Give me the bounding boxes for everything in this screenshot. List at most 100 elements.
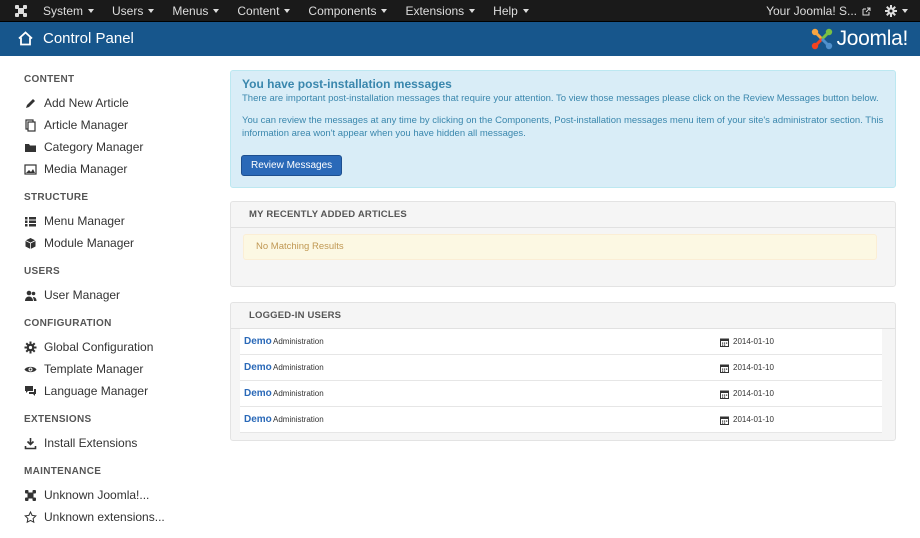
sidebar-item-label: Language Manager — [44, 384, 149, 398]
caret-down-icon — [284, 8, 291, 13]
sidebar-item-label: Unknown extensions... — [44, 510, 165, 524]
sidebar-item-menu-manager[interactable]: Menu Manager — [24, 212, 125, 230]
user-client: Administration — [273, 337, 324, 346]
external-link-icon — [862, 7, 871, 15]
alert-text-secondary: You can review the messages at any time … — [242, 115, 884, 139]
top-navbar: System Users Menus Content Components Ex… — [0, 0, 920, 22]
cog-icon — [24, 341, 37, 353]
user-client: Administration — [273, 389, 324, 398]
caret-down-icon — [88, 8, 95, 13]
calendar-icon — [720, 364, 729, 373]
user-name-link[interactable]: Demo — [244, 355, 272, 381]
joomla-logo-icon — [811, 28, 832, 50]
joomla-brand: Joomla! — [810, 26, 908, 52]
navbar-right: Your Joomla! S... — [766, 0, 908, 22]
view-site-link[interactable]: Your Joomla! S... — [766, 4, 871, 18]
table-row: Demo Administration 2014-01-10 — [240, 407, 882, 433]
user-client: Administration — [273, 415, 324, 424]
list-icon — [25, 216, 36, 226]
menu-users[interactable]: Users — [103, 0, 163, 22]
sidebar-item-category-manager[interactable]: Category Manager — [24, 138, 143, 156]
sidebar-item-label: Category Manager — [44, 140, 144, 154]
panel-heading: LOGGED-IN USERS — [231, 303, 895, 329]
cube-icon — [25, 237, 36, 249]
logged-in-users-panel: LOGGED-IN USERS Demo Administration 2014… — [230, 302, 896, 441]
joomla-icon — [25, 489, 36, 501]
sidebar-item-label: Global Configuration — [44, 340, 154, 354]
sidebar-item-user-manager[interactable]: User Manager — [24, 286, 120, 304]
sidebar-heading-maintenance: MAINTENANCE — [24, 466, 102, 477]
menu-label: Content — [237, 4, 280, 18]
main-menu: System Users Menus Content Components Ex… — [34, 0, 538, 22]
menu-menus[interactable]: Menus — [163, 0, 228, 22]
sidebar-heading-extensions: EXTENSIONS — [24, 414, 92, 425]
sidebar: CONTENT Add New Article Article Manager … — [0, 56, 210, 538]
sidebar-item-install-extensions[interactable]: Install Extensions — [24, 434, 137, 452]
alert-title: You have post-installation messages — [242, 77, 452, 91]
panel-heading: MY RECENTLY ADDED ARTICLES — [231, 202, 895, 228]
page-header: Control Panel Joomla! — [0, 22, 920, 56]
caret-down-icon — [902, 9, 908, 13]
menu-components[interactable]: Components — [299, 0, 396, 22]
date-value: 2014-01-10 — [733, 389, 774, 398]
user-date: 2014-01-10 — [720, 329, 774, 355]
user-date: 2014-01-10 — [720, 407, 774, 433]
menu-help[interactable]: Help — [484, 0, 538, 22]
menu-label: System — [43, 4, 84, 18]
user-name-link[interactable]: Demo — [244, 407, 272, 433]
menu-content[interactable]: Content — [228, 0, 299, 22]
settings-menu[interactable] — [885, 5, 908, 17]
download-icon — [24, 437, 37, 449]
menu-system[interactable]: System — [34, 0, 103, 22]
sidebar-item-media-manager[interactable]: Media Manager — [24, 160, 127, 178]
sidebar-item-label: User Manager — [44, 288, 121, 302]
postinstall-alert: You have post-installation messages Ther… — [230, 70, 896, 188]
sidebar-item-add-new-article[interactable]: Add New Article — [24, 94, 129, 112]
menu-label: Users — [112, 4, 144, 18]
user-client: Administration — [273, 363, 324, 372]
caret-down-icon — [469, 8, 476, 13]
pencil-icon — [26, 98, 35, 108]
sidebar-item-template-manager[interactable]: Template Manager — [24, 360, 143, 378]
sidebar-item-label: Unknown Joomla!... — [44, 488, 150, 502]
gear-icon — [885, 5, 897, 17]
table-row: Demo Administration 2014-01-10 — [240, 381, 882, 407]
joomla-logo-icon[interactable] — [14, 4, 28, 18]
sidebar-item-article-manager[interactable]: Article Manager — [24, 116, 128, 134]
menu-label: Help — [493, 4, 518, 18]
sidebar-heading-configuration: CONFIGURATION — [24, 318, 112, 329]
star-icon — [24, 510, 37, 523]
caret-down-icon — [148, 8, 155, 13]
users-icon — [25, 290, 37, 301]
caret-down-icon — [381, 8, 388, 13]
user-name-link[interactable]: Demo — [244, 381, 272, 407]
sidebar-item-global-configuration[interactable]: Global Configuration — [24, 338, 153, 356]
sidebar-item-unknown-extensions[interactable]: Unknown extensions... — [24, 508, 165, 526]
date-value: 2014-01-10 — [733, 363, 774, 372]
no-results-message: No Matching Results — [243, 234, 877, 260]
page-title: Control Panel — [43, 30, 134, 47]
sidebar-heading-structure: STRUCTURE — [24, 192, 89, 203]
image-icon — [24, 163, 37, 175]
sidebar-item-label: Install Extensions — [44, 436, 138, 450]
sidebar-item-unknown-joomla[interactable]: Unknown Joomla!... — [24, 486, 149, 504]
sidebar-heading-users: USERS — [24, 266, 60, 277]
comments-icon — [25, 385, 36, 396]
menu-label: Components — [308, 4, 377, 18]
eye-icon — [24, 366, 37, 372]
sidebar-item-module-manager[interactable]: Module Manager — [24, 234, 134, 252]
user-date: 2014-01-10 — [720, 381, 774, 407]
date-value: 2014-01-10 — [733, 337, 774, 346]
menu-extensions[interactable]: Extensions — [396, 0, 484, 22]
sidebar-item-language-manager[interactable]: Language Manager — [24, 382, 148, 400]
sidebar-item-label: Template Manager — [44, 362, 144, 376]
alert-text: There are important post-installation me… — [242, 93, 879, 104]
menu-label: Menus — [172, 4, 209, 18]
calendar-icon — [720, 338, 729, 347]
sidebar-item-label: Article Manager — [44, 118, 129, 132]
user-name-link[interactable]: Demo — [244, 329, 272, 355]
recent-articles-panel: MY RECENTLY ADDED ARTICLES No Matching R… — [230, 201, 896, 287]
folder-icon — [25, 143, 36, 152]
table-row: Demo Administration 2014-01-10 — [240, 329, 882, 355]
review-messages-button[interactable]: Review Messages — [241, 155, 343, 176]
